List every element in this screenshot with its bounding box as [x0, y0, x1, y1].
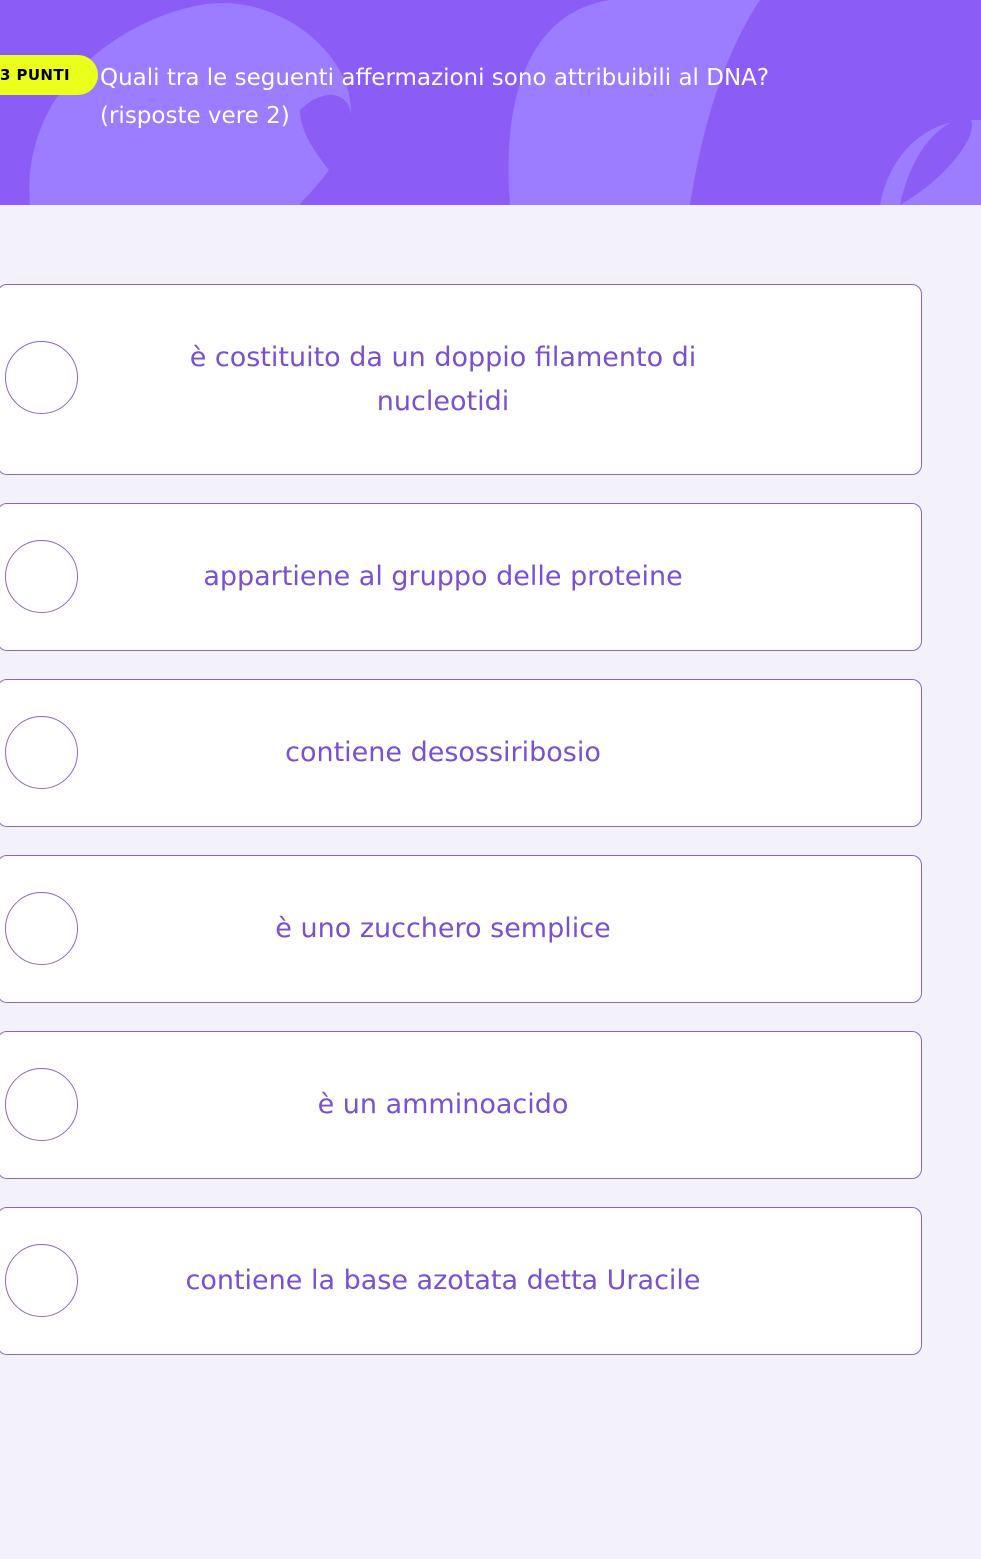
radio-circle-icon[interactable]: [5, 716, 78, 789]
radio-circle-icon[interactable]: [5, 540, 78, 613]
radio-circle-icon[interactable]: [5, 1068, 78, 1141]
answer-option-label: contiene la base azotata detta Uracile: [185, 1265, 701, 1296]
answer-option[interactable]: contiene la base azotata detta Uracile: [0, 1207, 922, 1355]
answer-option-label: è uno zucchero semplice: [275, 913, 611, 944]
answer-option[interactable]: è costituito da un doppio filamento di n…: [0, 284, 922, 475]
radio-circle-icon[interactable]: [5, 341, 78, 414]
answer-option-label: è un amminoacido: [317, 1089, 569, 1120]
radio-circle-icon[interactable]: [5, 892, 78, 965]
question-header: 3 PUNTI Quali tra le seguenti affermazio…: [0, 0, 981, 205]
answer-option[interactable]: appartiene al gruppo delle proteine: [0, 503, 922, 651]
question-title: Quali tra le seguenti affermazioni sono …: [100, 65, 770, 91]
answer-option[interactable]: è un amminoacido: [0, 1031, 922, 1179]
answer-option-label: è costituito da un doppio filamento di n…: [189, 342, 697, 417]
answer-option-label: contiene desossiribosio: [285, 737, 601, 768]
points-badge: 3 PUNTI: [0, 55, 98, 95]
answer-option[interactable]: è uno zucchero semplice: [0, 855, 922, 1003]
answer-option[interactable]: contiene desossiribosio: [0, 679, 922, 827]
radio-circle-icon[interactable]: [5, 1244, 78, 1317]
question-subtitle: (risposte vere 2): [100, 103, 290, 129]
answer-option-label: appartiene al gruppo delle proteine: [203, 561, 683, 592]
